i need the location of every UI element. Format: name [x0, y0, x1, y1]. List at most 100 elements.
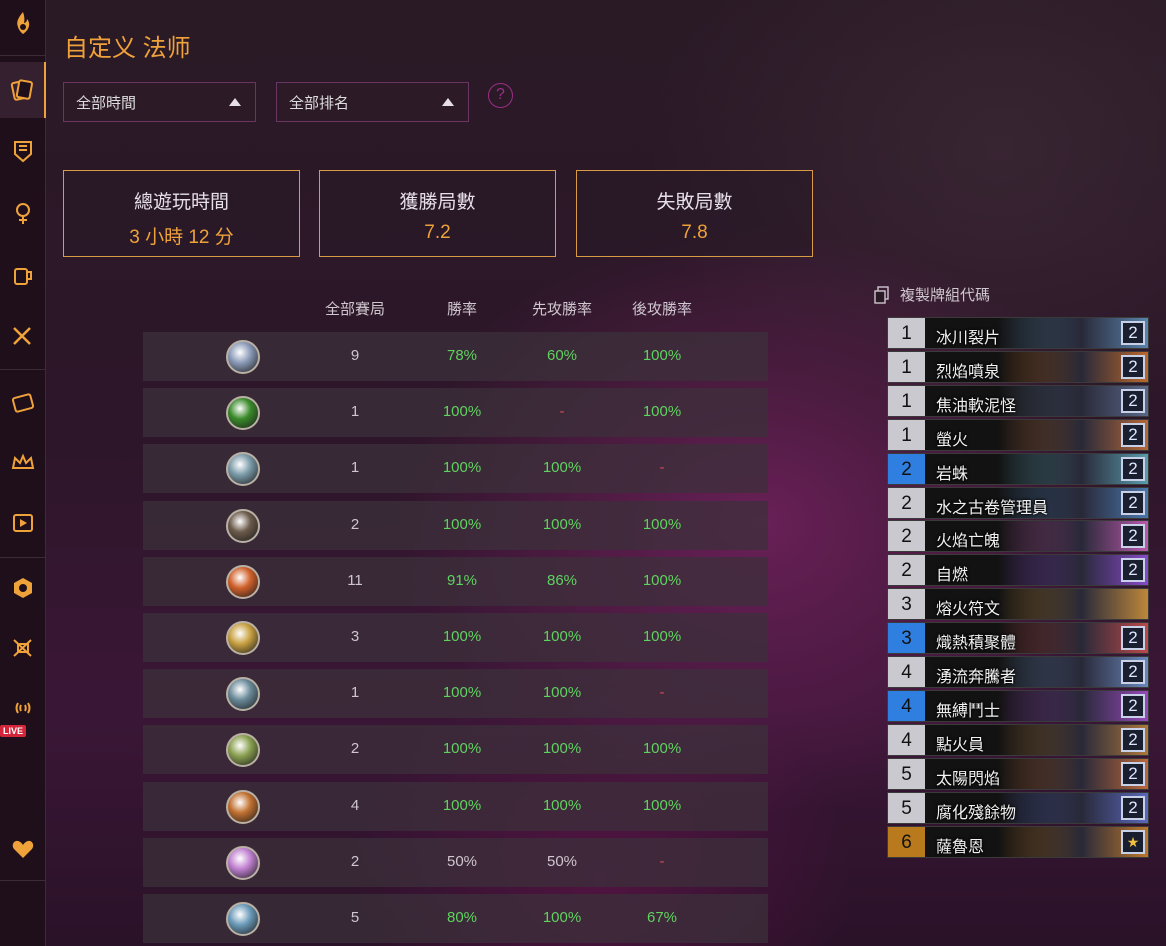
- card-count: 2: [1121, 795, 1145, 820]
- stat-value: 7.2: [424, 222, 451, 243]
- card-count: 2: [1121, 354, 1145, 379]
- first-winrate-cell: 86%: [546, 571, 578, 589]
- stat-value: 3 小時 12 分: [129, 227, 234, 248]
- card-cost: 1: [888, 351, 925, 382]
- header-games: 全部賽局: [324, 301, 385, 318]
- table-row[interactable]: 11 91% 86% 100%: [143, 556, 768, 606]
- card-cost: 2: [888, 453, 925, 484]
- table-row[interactable]: 5 80% 100% 67%: [143, 894, 768, 943]
- deck-card-tile[interactable]: 2 岩蛛 2: [887, 452, 1149, 485]
- deck-card-tile[interactable]: 1 焦油軟泥怪 2: [887, 384, 1149, 417]
- card-cost: 4: [888, 690, 925, 721]
- first-winrate-cell: 100%: [542, 740, 582, 758]
- first-winrate-cell: 60%: [546, 347, 578, 364]
- deck-card-tile[interactable]: 6 薩魯恩 ★: [887, 825, 1149, 858]
- games-cell: 1: [350, 403, 360, 421]
- caret-up-icon: [442, 98, 454, 106]
- battlegrounds-nav-icon[interactable]: [0, 190, 46, 236]
- table-row[interactable]: 2 50% 50% -: [143, 837, 768, 887]
- card-name: 點火員: [936, 736, 985, 754]
- second-winrate-cell: 100%: [642, 796, 682, 814]
- copy-icon: [874, 285, 890, 304]
- card-art: [998, 589, 1148, 620]
- deck-card-tile[interactable]: 1 烈焰噴泉 2: [887, 350, 1149, 383]
- deck-card-tile[interactable]: 3 熔火符文: [887, 588, 1149, 621]
- card-name: 水之古卷管理員: [936, 499, 1049, 517]
- card-cost: 4: [888, 657, 925, 687]
- deck-card-tile[interactable]: 5 腐化殘餘物 2: [887, 791, 1149, 824]
- card-count: 2: [1121, 524, 1145, 549]
- winrate-cell: 78%: [446, 347, 478, 364]
- table-row[interactable]: 2 100% 100% 100%: [143, 725, 768, 775]
- games-cell: 1: [350, 459, 360, 477]
- deck-card-tile[interactable]: 1 冰川裂片 2: [887, 317, 1149, 349]
- death-knight-hero-icon: [226, 902, 260, 936]
- deck-card-tile[interactable]: 2 火焰亡魄 2: [887, 520, 1149, 553]
- header-first-winrate: 先攻勝率: [531, 301, 592, 318]
- second-winrate-cell: -: [659, 459, 665, 477]
- card-name: 岩蛛: [936, 465, 969, 483]
- heart-icon[interactable]: [0, 826, 46, 872]
- crown-nav-icon[interactable]: [0, 440, 46, 486]
- collection-nav-icon[interactable]: [0, 380, 46, 426]
- deck-card-tile[interactable]: 1 螢火 2: [887, 418, 1149, 451]
- second-winrate-cell: 100%: [642, 628, 682, 645]
- versus-nav-icon[interactable]: [0, 625, 46, 671]
- deck-card-tile[interactable]: 4 湧流奔騰者 2: [887, 656, 1149, 688]
- table-row[interactable]: 2 100% 100% 100%: [143, 500, 768, 550]
- deck-card-tile[interactable]: 2 水之古卷管理員 2: [887, 486, 1149, 519]
- legendary-star-icon: ★: [1121, 829, 1145, 854]
- card-name: 自燃: [936, 567, 969, 585]
- winrate-cell: 50%: [446, 852, 478, 870]
- deck-card-tile[interactable]: 4 無縛鬥士 2: [887, 689, 1149, 722]
- help-icon[interactable]: ?: [488, 83, 513, 108]
- arena-nav-icon[interactable]: [0, 128, 46, 174]
- card-name: 火焰亡魄: [936, 533, 1001, 551]
- card-name: 熾熱積聚體: [936, 635, 1017, 653]
- card-count: 2: [1121, 490, 1145, 515]
- games-cell: 9: [350, 347, 360, 364]
- table-row[interactable]: 1 100% 100% -: [143, 669, 768, 719]
- deck-card-tile[interactable]: 5 太陽閃焰 2: [887, 757, 1149, 790]
- deck-card-tile[interactable]: 2 自燃 2: [887, 554, 1149, 587]
- first-winrate-cell: 100%: [542, 515, 582, 533]
- card-count: 2: [1121, 727, 1145, 752]
- winrate-cell: 100%: [442, 459, 482, 477]
- decks-nav-icon[interactable]: [0, 62, 46, 118]
- card-name: 太陽閃焰: [936, 770, 1001, 788]
- table-row[interactable]: 1 100% 100% -: [143, 444, 768, 494]
- table-row[interactable]: 1 100% - 100%: [143, 388, 768, 438]
- copy-deck-code-button[interactable]: 複製牌組代碼: [874, 284, 990, 305]
- duels-nav-icon[interactable]: [0, 314, 46, 360]
- demon-hunter-hero-icon: [226, 733, 260, 768]
- card-cost: 3: [888, 623, 925, 654]
- games-cell: 2: [350, 852, 360, 870]
- card-name: 烈焰噴泉: [936, 363, 1001, 381]
- rank-filter-value: 全部排名: [289, 94, 350, 112]
- card-count: 2: [1121, 456, 1145, 481]
- deck-card-tile[interactable]: 3 熾熱積聚體 2: [887, 622, 1149, 655]
- time-filter-dropdown[interactable]: 全部時間: [63, 82, 256, 122]
- card-cost: 2: [888, 521, 925, 552]
- card-cost: 2: [888, 555, 925, 586]
- live-badge: LIVE: [0, 725, 27, 737]
- stat-label: 失敗局數: [656, 192, 733, 213]
- card-name: 薩魯恩: [936, 838, 985, 856]
- mercenaries-nav-icon[interactable]: [0, 565, 46, 611]
- rank-filter-dropdown[interactable]: 全部排名: [276, 82, 469, 122]
- table-row[interactable]: 4 100% 100% 100%: [143, 781, 768, 831]
- table-row[interactable]: 9 78% 60% 100%: [143, 332, 768, 381]
- stat-label: 總遊玩時間: [133, 192, 229, 213]
- sidebar: LIVE: [0, 0, 46, 946]
- winrate-cell: 100%: [442, 628, 482, 645]
- winrate-cell: 100%: [442, 515, 482, 533]
- card-name: 無縛鬥士: [936, 702, 1001, 720]
- tavern-mug-nav-icon[interactable]: [0, 252, 46, 298]
- flame-logo-icon[interactable]: [0, 0, 46, 46]
- card-name: 螢火: [936, 431, 969, 449]
- deck-card-tile[interactable]: 4 點火員 2: [887, 723, 1149, 756]
- games-cell: 3: [350, 628, 360, 645]
- table-row[interactable]: 3 100% 100% 100%: [143, 613, 768, 662]
- replays-nav-icon[interactable]: [0, 500, 46, 546]
- card-count: 2: [1121, 761, 1145, 786]
